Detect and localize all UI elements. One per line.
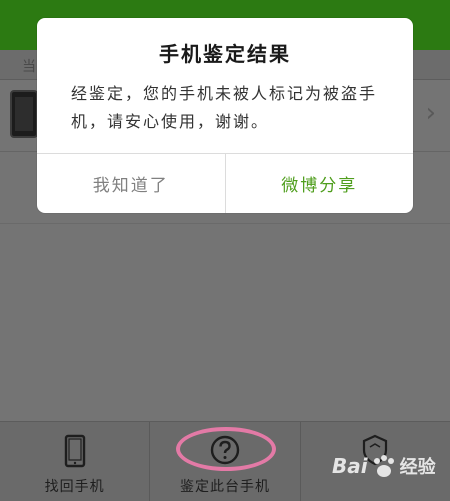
watermark-bai: Bai	[332, 454, 368, 478]
verify-result-dialog: 手机鉴定结果 经鉴定，您的手机未被人标记为被盗手机，请安心使用，谢谢。 我知道了…	[37, 18, 413, 213]
dialog-title: 手机鉴定结果	[159, 42, 291, 66]
phone-icon	[10, 90, 38, 138]
got-it-button[interactable]: 我知道了	[37, 154, 226, 213]
paw-icon	[373, 455, 394, 477]
highlight-circle	[176, 427, 276, 471]
chevron-right-icon: ›	[425, 98, 436, 128]
nav-find-phone-label: 找回手机	[44, 479, 105, 495]
dialog-button-bar: 我知道了 微博分享	[37, 154, 413, 213]
weibo-share-button[interactable]: 微博分享	[226, 154, 414, 213]
nav-verify-phone-label: 鉴定此台手机	[179, 479, 270, 495]
watermark-text: 经验	[399, 457, 436, 478]
subbar-text: 当	[22, 59, 36, 75]
tablet-icon	[64, 434, 85, 468]
baidu-watermark: Bai 经验	[332, 453, 436, 479]
nav-find-phone[interactable]: 找回手机	[0, 422, 151, 501]
dialog-message: 经鉴定，您的手机未被人标记为被盗手机，请安心使用，谢谢。	[71, 84, 378, 131]
